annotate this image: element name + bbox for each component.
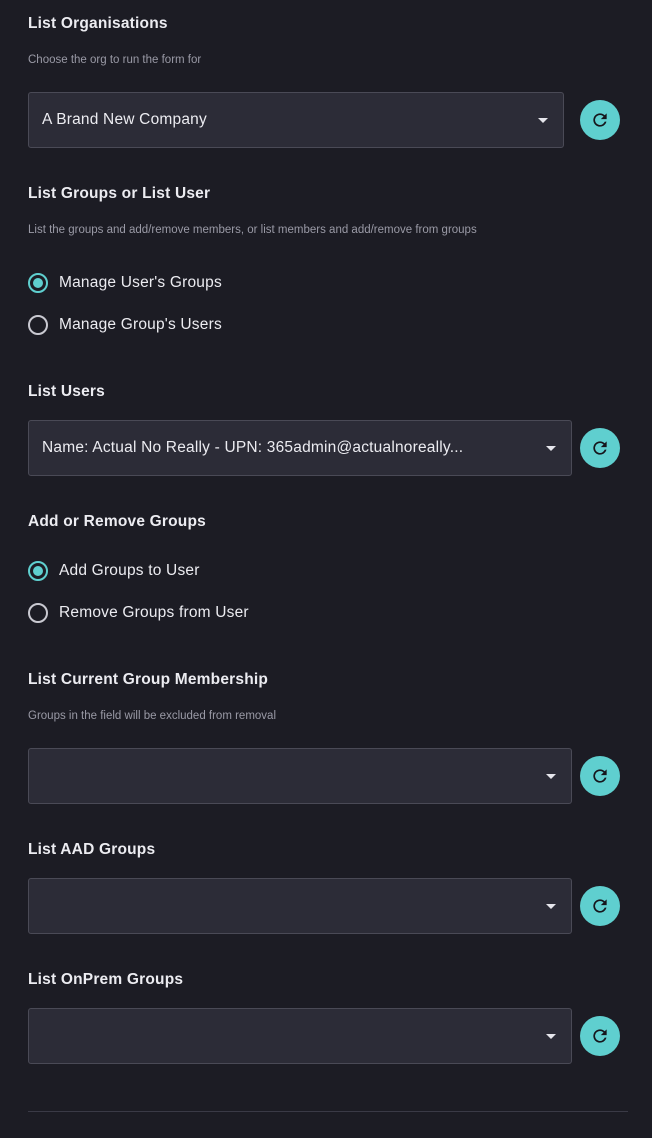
org-select-value: A Brand New Company	[42, 111, 207, 128]
refresh-icon	[593, 113, 607, 127]
users-refresh-button[interactable]	[580, 428, 620, 468]
org-select[interactable]: A Brand New Company	[28, 92, 564, 148]
mode-label: List Groups or List User	[28, 185, 211, 202]
onprem-groups-select[interactable]	[28, 1008, 572, 1064]
users-select-value: Name: Actual No Really - UPN: 365admin@a…	[42, 439, 464, 456]
chevron-down-icon	[538, 118, 548, 123]
chevron-down-icon	[546, 774, 556, 779]
users-label: List Users	[28, 383, 105, 400]
chevron-down-icon	[546, 446, 556, 451]
chevron-down-icon	[546, 1034, 556, 1039]
radio-button-checked[interactable]	[28, 273, 48, 293]
radio-label: Remove Groups from User	[59, 604, 249, 621]
radio-label: Manage User's Groups	[59, 274, 222, 291]
radio-remove-groups[interactable]: Remove Groups from User	[28, 601, 288, 625]
onprem-groups-label: List OnPrem Groups	[28, 971, 184, 988]
radio-button-checked[interactable]	[28, 561, 48, 581]
form-divider	[28, 1111, 628, 1112]
current-membership-description: Groups in the field will be excluded fro…	[28, 710, 277, 722]
action-label: Add or Remove Groups	[28, 513, 206, 530]
refresh-icon	[593, 769, 607, 783]
radio-button[interactable]	[28, 315, 48, 335]
radio-add-groups[interactable]: Add Groups to User	[28, 559, 288, 583]
org-refresh-button[interactable]	[580, 100, 620, 140]
refresh-icon	[593, 899, 607, 913]
radio-label: Manage Group's Users	[59, 316, 222, 333]
radio-manage-groups-users[interactable]: Manage Group's Users	[28, 313, 288, 337]
radio-label: Add Groups to User	[59, 562, 200, 579]
aad-groups-refresh-button[interactable]	[580, 886, 620, 926]
users-select[interactable]: Name: Actual No Really - UPN: 365admin@a…	[28, 420, 572, 476]
refresh-icon	[593, 1029, 607, 1043]
group-membership-form: List Organisations Choose the org to run…	[0, 0, 652, 1138]
radio-manage-users-groups[interactable]: Manage User's Groups	[28, 271, 288, 295]
aad-groups-label: List AAD Groups	[28, 841, 156, 858]
current-membership-label: List Current Group Membership	[28, 671, 269, 688]
current-membership-select[interactable]	[28, 748, 572, 804]
refresh-icon	[593, 441, 607, 455]
radio-button[interactable]	[28, 603, 48, 623]
org-label: List Organisations	[28, 15, 168, 32]
chevron-down-icon	[546, 904, 556, 909]
onprem-groups-refresh-button[interactable]	[580, 1016, 620, 1056]
aad-groups-select[interactable]	[28, 878, 572, 934]
current-membership-refresh-button[interactable]	[580, 756, 620, 796]
mode-description: List the groups and add/remove members, …	[28, 224, 477, 236]
org-description: Choose the org to run the form for	[28, 54, 202, 66]
